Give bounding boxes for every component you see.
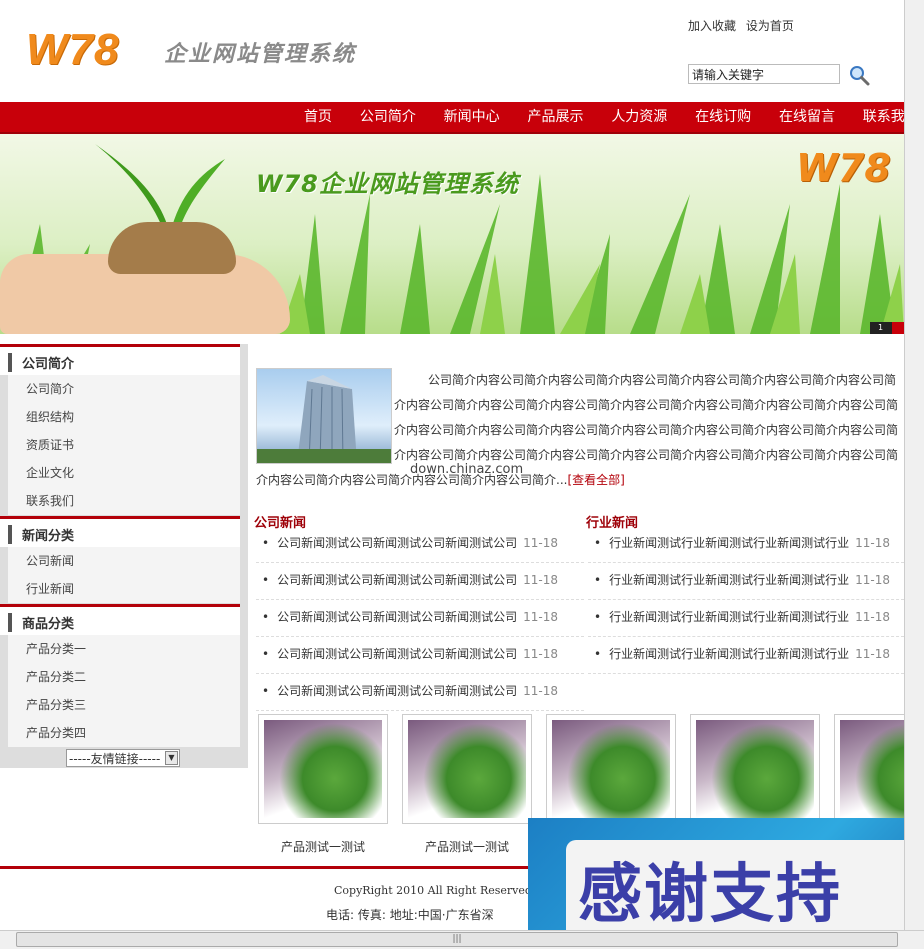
industry-news-list: 行业新闻测试行业新闻测试行业新闻测试行业11-18 行业新闻测试行业新闻测试行业… bbox=[588, 526, 904, 674]
set-homepage-link[interactable]: 设为首页 bbox=[746, 19, 794, 33]
company-intro: 公司简介内容公司简介内容公司简介内容公司简介内容公司简介内容公司简介内容公司简介… bbox=[256, 368, 904, 493]
top-links: 加入收藏 设为首页 bbox=[688, 17, 800, 34]
sidebar-item[interactable]: 组织结构 bbox=[8, 403, 240, 431]
sidebar-item[interactable]: 公司新闻 bbox=[8, 547, 240, 575]
watermark-text: down.chinaz.com bbox=[410, 462, 524, 477]
nav-message[interactable]: 在线留言 bbox=[779, 102, 835, 132]
site-logo-subtitle: 企业网站管理系统 bbox=[164, 42, 357, 67]
banner[interactable]: W78企业网站管理系统 W78 1 bbox=[0, 134, 904, 334]
sidebar: 公司简介 公司简介 组织结构 资质证书 企业文化 联系我们 新闻分类 公司新闻 … bbox=[0, 344, 248, 768]
search-input[interactable] bbox=[688, 64, 840, 84]
sidebar-item[interactable]: 行业新闻 bbox=[8, 575, 240, 603]
sidebar-item[interactable]: 企业文化 bbox=[8, 459, 240, 487]
nav-products[interactable]: 产品展示 bbox=[527, 102, 583, 132]
sidebar-list-about: 公司简介 组织结构 资质证书 企业文化 联系我们 bbox=[8, 375, 240, 515]
banner-title: W78企业网站管理系统 bbox=[256, 170, 519, 198]
product-name[interactable]: 产品测试一测试 bbox=[402, 838, 532, 855]
nav-about[interactable]: 公司简介 bbox=[360, 102, 416, 132]
list-item[interactable]: 公司新闻测试公司新闻测试公司新闻测试公司11-18 bbox=[256, 600, 584, 637]
list-item[interactable]: 公司新闻测试公司新闻测试公司新闻测试公司11-18 bbox=[256, 563, 584, 600]
product-image bbox=[402, 714, 532, 824]
list-item[interactable]: 公司新闻测试公司新闻测试公司新闻测试公司11-18 bbox=[256, 637, 584, 674]
sidebar-list-news: 公司新闻 行业新闻 bbox=[8, 547, 240, 603]
sidebar-item[interactable]: 联系我们 bbox=[8, 487, 240, 515]
product-image bbox=[690, 714, 820, 824]
product-image bbox=[546, 714, 676, 824]
sidebar-list-products: 产品分类一 产品分类二 产品分类三 产品分类四 bbox=[8, 635, 240, 747]
company-news-list: 公司新闻测试公司新闻测试公司新闻测试公司11-18 公司新闻测试公司新闻测试公司… bbox=[256, 526, 584, 711]
list-item[interactable]: 公司新闻测试公司新闻测试公司新闻测试公司11-18 bbox=[256, 526, 584, 563]
site-logo[interactable]: W78 bbox=[26, 28, 119, 72]
view-all-link[interactable]: [查看全部] bbox=[567, 473, 624, 487]
vertical-scrollbar[interactable] bbox=[904, 0, 924, 930]
list-item[interactable]: 行业新闻测试行业新闻测试行业新闻测试行业11-18 bbox=[588, 526, 904, 563]
slide-indicator[interactable]: 1 bbox=[870, 322, 904, 334]
list-item[interactable]: 行业新闻测试行业新闻测试行业新闻测试行业11-18 bbox=[588, 563, 904, 600]
list-item[interactable]: 行业新闻测试行业新闻测试行业新闻测试行业11-18 bbox=[588, 600, 904, 637]
nav-order[interactable]: 在线订购 bbox=[695, 102, 751, 132]
sidebar-item[interactable]: 资质证书 bbox=[8, 431, 240, 459]
contact-info: 电话: 传真: 地址:中国·广东省深 bbox=[326, 908, 494, 922]
slide-next[interactable] bbox=[892, 322, 904, 334]
copyright-text: CopyRight 2010 All Right Reserved bbox=[334, 884, 532, 897]
product-image bbox=[834, 714, 904, 824]
list-item[interactable]: 行业新闻测试行业新闻测试行业新闻测试行业11-18 bbox=[588, 637, 904, 674]
sidebar-heading-products: 商品分类 bbox=[0, 604, 240, 635]
banner-logo: W78 bbox=[796, 146, 891, 190]
scrollbar-thumb[interactable]: ||| bbox=[16, 932, 898, 947]
sidebar-heading-news: 新闻分类 bbox=[0, 516, 240, 547]
nav-news[interactable]: 新闻中心 bbox=[444, 102, 500, 132]
search-icon[interactable] bbox=[848, 64, 870, 86]
sidebar-item[interactable]: 产品分类三 bbox=[8, 691, 240, 719]
product-name[interactable]: 产品测试一测试 bbox=[258, 838, 388, 855]
header: W78 企业网站管理系统 加入收藏 设为首页 bbox=[0, 0, 904, 102]
nav-home[interactable]: 首页 bbox=[304, 102, 332, 132]
list-item[interactable]: 公司新闻测试公司新闻测试公司新闻测试公司11-18 bbox=[256, 674, 584, 711]
add-favorite-link[interactable]: 加入收藏 bbox=[688, 19, 736, 33]
product-card[interactable]: 产品测试一测试 bbox=[258, 714, 388, 855]
sidebar-item[interactable]: 产品分类一 bbox=[8, 635, 240, 663]
sidebar-item[interactable]: 产品分类二 bbox=[8, 663, 240, 691]
sidebar-item[interactable]: 公司简介 bbox=[8, 375, 240, 403]
slide-number[interactable]: 1 bbox=[878, 322, 883, 334]
thanks-text: 感谢支持 bbox=[578, 858, 842, 932]
chevron-down-icon[interactable]: ▼ bbox=[165, 751, 178, 765]
sidebar-heading-about: 公司简介 bbox=[0, 344, 240, 375]
nav-hr[interactable]: 人力资源 bbox=[611, 102, 667, 132]
product-card[interactable]: 产品测试一测试 bbox=[402, 714, 532, 855]
main-nav: 首页 公司简介 新闻中心 产品展示 人力资源 在线订购 在线留言 联系我们 bbox=[0, 102, 919, 134]
product-image bbox=[258, 714, 388, 824]
friend-links-select[interactable]: -----友情链接----- ▼ bbox=[66, 749, 180, 767]
soil-image bbox=[108, 222, 236, 274]
sidebar-item[interactable]: 产品分类四 bbox=[8, 719, 240, 747]
